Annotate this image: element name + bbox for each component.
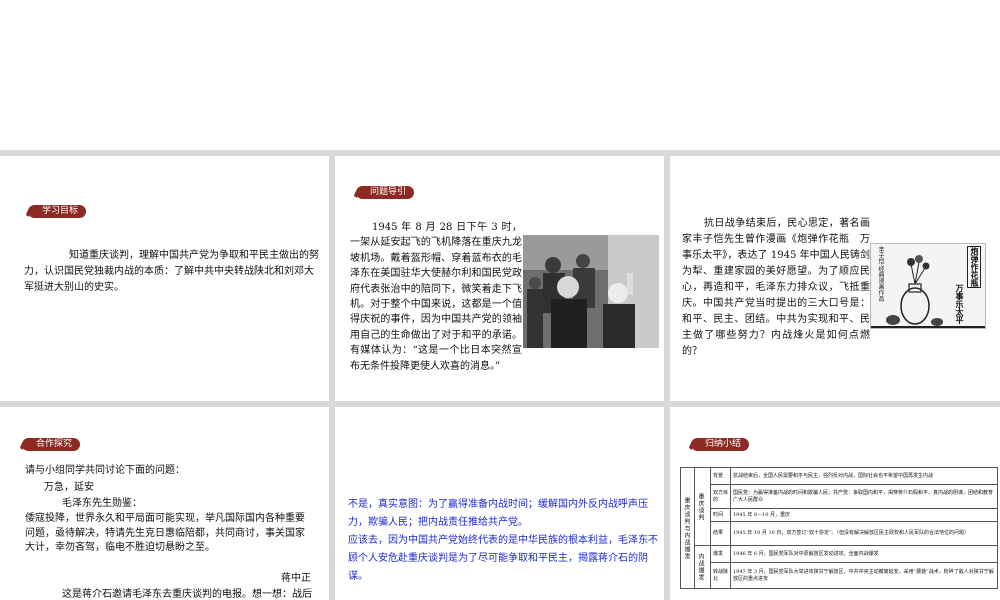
summary-badge: 归纳小结 [687,437,750,451]
row-value: 1945 年 10 月 10 日，双方签订“双十协定”。（但没有解决解放区民主政… [730,521,998,546]
badge-label: 归纳小结 [691,437,750,451]
row-value: 1946 年 6 月，国民党军队对中原解放区发动进攻，全面内战爆发 [730,545,998,563]
table-row: 结果 1945 年 10 月 10 日，双方签订“双十协定”。（但没有解决解放区… [681,521,998,546]
table-row: 时间 1945 年 8—10 月，重庆 [681,508,998,522]
table-row: 重庆谈判与内战爆发 重庆谈判 背景 抗战结束后，全国人民需要和平与民主，强烈反对… [680,467,998,589]
question-guide-badge: 问题导引 [352,185,415,199]
row-value: 抗战结束后，全国人民需要和平与民主，强烈反对内战，国际社会也不希望中国再发生内战 [730,467,998,485]
telegram-question: 这是蒋介石邀请毛泽东去重庆谈判的电报。想一想：战后 [62,589,312,600]
poster-subtitle: 万事乐太平 [955,284,964,324]
row-key: 结果 [710,521,731,546]
row-key: 爆发 [710,545,731,563]
slide-summary: 归纳小结 重庆谈判与内战爆发 重庆谈判 背景 抗战结束后，全国人民需要和平与民主… [670,407,1000,600]
slide-cartoon-intro: 抗日战争结束后，民心思定，著名画家丰子恺先生曾作漫画《炮弹作花瓶 万事乐太平》，… [670,156,1000,401]
top-blank-slide [0,0,1000,150]
poster-side-label: 丰子恺·经典漫画作品 [877,246,884,302]
side-label-cell: 重庆谈判与内战爆发 [680,467,695,589]
telegram-signature: 蒋中正 [281,573,311,584]
photo-illustration [523,235,659,348]
telegram-body-3: 大计，幸勿吝驾，临电不胜迫切悬盼之至。 [25,542,215,553]
telegram-body-1: 倭寇投降，世界永久和平局面可能实现，举凡国际国内各种重要 [25,513,305,524]
poster-title: 炮弹作花瓶 [967,246,981,288]
cartoon-intro-text: 抗日战争结束后，民心思定，著名画家丰子恺先生曾作漫画《炮弹作花瓶 万事乐太平》，… [682,218,870,357]
row-key: 转战陕北 [710,562,731,589]
slide-answers: 不是，真实意图：为了赢得准备内战时间；缓解国内外反内战呼声压力，欺骗人民；把内战… [335,407,664,600]
row-key: 背景 [710,467,731,485]
cartoon-poster: 炮弹作花瓶 万事乐太平 丰子恺·经典漫画作品 [870,243,986,329]
telegram-instruction: 请与小组同学共同讨论下面的问题： [25,465,185,476]
row-value: 国民党：为赢得准备内战的时间和欺骗人民；共产党：争取国内和平，揭穿蒋介石假和平、… [730,484,998,509]
group-cell-war: 内战爆发 [694,545,711,589]
group-cell-talks: 重庆谈判 [694,467,711,546]
table-row: 内战爆发 爆发 1946 年 6 月，国民党军队对中原解放区发动进攻，全面内战爆… [681,545,998,589]
answer-paragraph-2: 应该去，因为中国共产党始终代表的是中华民族的根本利益，毛泽东不顾个人安危赴重庆谈… [348,535,658,582]
cooperative-inquiry-badge: 合作探究 [18,437,81,451]
telegram-header: 万急，延安 [44,482,94,493]
learning-goals-text: 知道重庆谈判，理解中国共产党为争取和平民主做出的努力，认识国民党独裁内战的本质：… [24,250,319,293]
row-key: 时间 [710,508,731,522]
badge-label: 学习目标 [28,204,87,218]
summary-table: 重庆谈判与内战爆发 重庆谈判 背景 抗战结束后，全国人民需要和平与民主，强烈反对… [680,467,998,589]
learning-goals-badge: 学习目标 [24,204,87,218]
badge-label: 合作探究 [22,437,81,451]
row-key: 双方目的 [710,484,731,509]
badge-label: 问题导引 [356,185,415,199]
mao-arrival-photo [523,235,659,348]
telegram-body-2: 问题，亟待解决，特请先生克日惠临陪都，共同商讨，事关国家 [25,528,305,539]
slide-cooperative-inquiry: 合作探究 请与小组同学共同讨论下面的问题： 万急，延安 毛泽东先生勋鉴： 倭寇投… [0,407,329,600]
table-row: 转战陕北 1947 年 3 月，国民党军队大举进攻陕甘宁解放区，中共中央主动撤离… [681,562,998,589]
telegram-salutation: 毛泽东先生勋鉴： [62,498,142,509]
table-row: 双方目的 国民党：为赢得准备内战的时间和欺骗人民；共产党：争取国内和平，揭穿蒋介… [681,484,998,509]
row-value: 1945 年 8—10 月，重庆 [730,508,998,522]
row-value: 1947 年 3 月，国民党军队大举进攻陕甘宁解放区，中共中央主动撤离延安，采用… [730,562,998,589]
slide-question-guide: 问题导引 1945 年 8 月 28 日下午 3 时，一架从延安起飞的飞机降落在… [335,156,664,401]
question-guide-text: 1945 年 8 月 28 日下午 3 时，一架从延安起飞的飞机降落在重庆九龙坡… [350,222,522,372]
answer-paragraph-1: 不是，真实意图：为了赢得准备内战时间；缓解国内外反内战呼声压力，欺骗人民；把内战… [348,499,648,528]
slide-learning-goals: 学习目标 知道重庆谈判，理解中国共产党为争取和平民主做出的努力，认识国民党独裁内… [0,156,329,401]
